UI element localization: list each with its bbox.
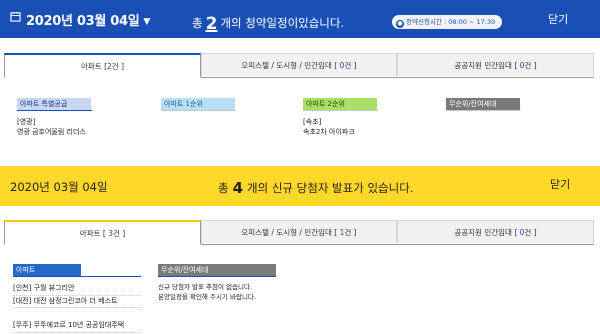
date-selector[interactable]: 2020년 03월 04일 ▼ [10,10,150,29]
tab-apartment[interactable]: 아파트 [2건 ] [4,53,201,78]
announcement-date: 2020년 03월 04일 [10,180,108,194]
application-hours-badge: ● 청약신청시간 : 08:00 ~ 17:30 [392,15,503,29]
list-item[interactable]: 속초2차 아이파크 [303,127,378,137]
category-tag: 아파트 1순위 [161,98,235,110]
list-item[interactable]: [대전] 대전 삼정그린코아 더 베스트 [13,296,141,308]
list-item[interactable]: [인천] 구월 뷰그리안 [13,283,141,296]
empty-notice: 신규 당첨자 발표 추첨이 없습니다. [158,283,253,291]
winner-apartment-list: 아파트 [인천] 구월 뷰그리안 [대전] 대전 삼정그린코아 더 베스트 [무… [13,257,141,333]
category-tag: 무순위/잔여세대 [446,98,520,110]
category-special-supply: 아파트 특별공급 [영광] 영광 금호어울림 리더스 [17,91,92,137]
date-text: 2020년 03월 04일 [26,14,140,29]
schedule-count-message: 총 2 개의 청약일정이있습니다. [192,14,345,34]
winner-announcement-header: 2020년 03월 04일 총 4 개의 신규 당첨자 발표가 있습니다. 닫기 [0,166,600,206]
list-item[interactable]: [무주] 무주에코르 10년 공공임대주택 [13,320,141,333]
category-tag: 아파트 [13,264,81,276]
close-button[interactable]: 닫기 [548,11,568,27]
tab-public-rental[interactable]: 공공지원 민간임대 [ 0건 ] [397,220,594,243]
announcement-tabs: 아파트 [ 3건 ] 오피스텔 / 도시형 / 민간임대 [ 1건 ] 공공지원… [4,220,594,245]
category-unranked: 무순위/잔여세대 [446,91,521,117]
announcement-count: 4 [232,179,244,197]
schedule-count: 2 [205,14,218,34]
winner-unranked-list: 무순위/잔여세대 신규 당첨자 발표 추첨이 없습니다. 분양일정을 확인해 주… [158,257,276,302]
list-item[interactable]: [영광] [17,117,92,127]
category-first-rank: 아파트 1순위 [161,91,236,117]
list-item[interactable]: 영광 금호어울림 리더스 [17,127,92,137]
tab-officetel[interactable]: 오피스텔 / 도시형 / 민간임대 [ 1건 ] [201,220,397,243]
calendar-icon [10,11,21,22]
empty-notice: 분양일정을 확인해 주시기 바랍니다. [158,292,256,301]
chevron-down-icon[interactable]: ▼ [143,17,150,27]
tab-officetel[interactable]: 오피스텔 / 도시형 / 민간임대 [ 0건 ] [201,53,397,76]
close-button[interactable]: 닫기 [550,176,570,192]
list-item[interactable]: [속초] [303,117,378,127]
category-tag: 아파트 특별공급 [17,98,91,110]
subscription-schedule-header: 2020년 03월 04일 ▼ 총 2 개의 청약일정이있습니다. ● 청약신청시간 :… [0,0,600,38]
schedule-tabs: 아파트 [2건 ] 오피스텔 / 도시형 / 민간임대 [ 0건 ] 공공지원 … [4,53,594,78]
category-tag: 아파트 2순위 [303,98,377,110]
category-second-rank: 아파트 2순위 [속초] 속초2차 아이파크 [303,91,378,137]
category-tag: 무순위/잔여세대 [158,264,276,276]
tab-public-rental[interactable]: 공공지원 민간임대 [ 0건 ] [397,53,594,76]
announcement-count-message: 총 4 개의 신규 당첨자 발표가 있습니다. [218,179,414,197]
tab-apartment[interactable]: 아파트 [ 3건 ] [4,220,201,245]
clock-icon: ● [396,20,404,28]
